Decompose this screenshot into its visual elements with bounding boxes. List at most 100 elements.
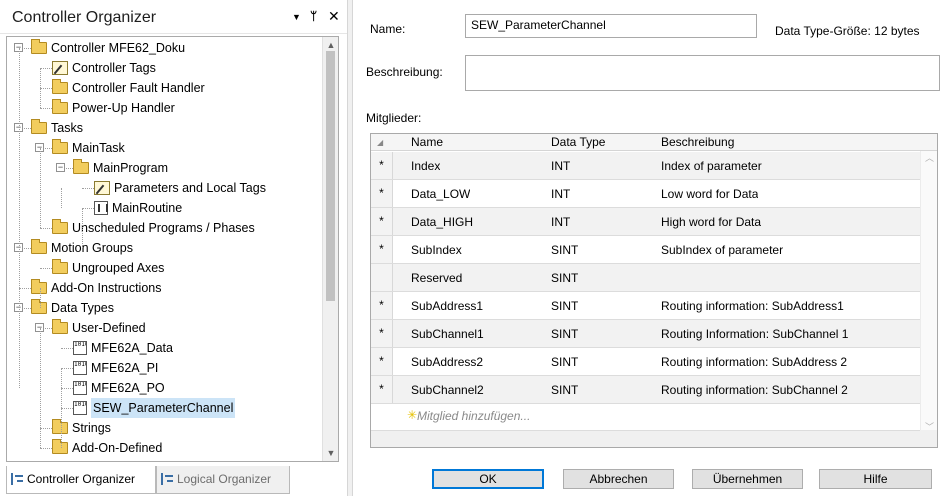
member-description-cell[interactable]: Index of parameter — [661, 152, 762, 180]
tree-connector — [40, 328, 41, 448]
row-marker[interactable]: * — [371, 208, 393, 235]
member-description-cell[interactable]: Routing Information: SubChannel 1 — [661, 320, 848, 348]
table-row[interactable]: * SubIndex SINT SubIndex of parameter — [371, 236, 937, 264]
scroll-down-icon[interactable]: ▼ — [323, 445, 338, 461]
member-name-cell[interactable]: Data_LOW — [411, 180, 470, 208]
tree-item[interactable]: Power-Up Handler — [52, 98, 175, 118]
tree-connector — [61, 408, 73, 409]
row-marker[interactable] — [371, 264, 393, 291]
select-all-corner[interactable]: ◢ — [377, 134, 383, 151]
tab-controller-organizer[interactable]: Controller Organizer — [6, 466, 156, 494]
grid-vertical-scrollbar[interactable]: ︿ ﹀ — [920, 151, 937, 432]
row-marker[interactable]: * — [371, 376, 393, 403]
tree-item-label: Power-Up Handler — [72, 101, 175, 115]
tree-item[interactable]: Controller MFE62_Doku — [31, 38, 185, 58]
table-row[interactable]: * Data_LOW INT Low word for Data — [371, 180, 937, 208]
table-row[interactable]: * SubChannel2 SINT Routing information: Sub… — [371, 376, 937, 404]
tree-item[interactable]: Controller Tags — [52, 58, 156, 78]
row-marker[interactable]: * — [371, 320, 393, 347]
pin-icon[interactable]: ᛘ — [310, 9, 317, 23]
member-type-cell[interactable]: SINT — [551, 348, 578, 376]
member-type-cell[interactable]: SINT — [551, 292, 578, 320]
table-row[interactable]: * SubChannel1 SINT Routing Information: Sub… — [371, 320, 937, 348]
member-name-cell[interactable]: SubIndex — [411, 236, 462, 264]
tree-item[interactable]: Add-On-Defined — [52, 438, 162, 458]
table-row[interactable]: * Data_HIGH INT High word for Data — [371, 208, 937, 236]
member-type-cell[interactable]: SINT — [551, 320, 578, 348]
member-description-cell[interactable]: Low word for Data — [661, 180, 758, 208]
tree-item[interactable]: 101010 MFE62A_PI — [73, 358, 158, 378]
tree-item[interactable]: Data Types — [31, 298, 114, 318]
tree-item[interactable]: MainProgram — [73, 158, 168, 178]
member-description-cell[interactable]: Routing information: SubAddress1 — [661, 292, 844, 320]
member-description-cell[interactable]: Routing information: SubChannel 2 — [661, 376, 848, 404]
tree-item[interactable]: Add-On Instructions — [31, 278, 161, 298]
description-input[interactable] — [465, 55, 940, 91]
column-header-name[interactable]: Name — [411, 134, 443, 151]
table-row[interactable]: * Index INT Index of parameter — [371, 152, 937, 180]
organizer-tree: Controller MFE62_Doku − Controller Tags Con… — [7, 37, 323, 461]
tree-item-label: Controller MFE62_Doku — [51, 41, 186, 55]
member-type-cell[interactable]: SINT — [551, 376, 578, 404]
tree-item-label: MainTask — [72, 141, 125, 155]
name-input[interactable]: SEW_ParameterChannel — [465, 14, 757, 38]
tree-item[interactable]: 101010 MFE62A_Data — [73, 338, 173, 358]
row-marker[interactable]: * — [371, 152, 393, 179]
table-row[interactable]: * SubAddress2 SINT Routing information: Sub… — [371, 348, 937, 376]
close-pane-button[interactable]: ✕ — [328, 8, 340, 25]
member-name-cell[interactable]: SubAddress1 — [411, 292, 483, 320]
tree-item[interactable]: User-Defined — [52, 318, 146, 338]
table-row[interactable]: Reserved SINT — [371, 264, 937, 292]
add-member-row[interactable]: ✳ Mitglied hinzufügen... — [371, 404, 921, 430]
tree-connector — [61, 368, 62, 448]
grid-scroll-up-icon[interactable]: ︿ — [925, 151, 934, 164]
member-type-cell[interactable]: INT — [551, 152, 570, 180]
row-marker[interactable]: * — [371, 180, 393, 207]
member-name-cell[interactable]: SubAddress2 — [411, 348, 483, 376]
help-button[interactable]: Hilfe — [819, 469, 932, 489]
member-type-cell[interactable]: SINT — [551, 236, 578, 264]
ok-button[interactable]: OK — [432, 469, 544, 489]
row-marker[interactable]: * — [371, 292, 393, 319]
folder-icon — [31, 239, 47, 254]
column-header-description[interactable]: Beschreibung — [661, 134, 734, 151]
tree-item[interactable]: Ungrouped Axes — [52, 258, 164, 278]
row-marker[interactable]: * — [371, 236, 393, 263]
apply-button[interactable]: Übernehmen — [692, 469, 803, 489]
tree-item-label: SEW_ParameterChannel — [91, 398, 236, 418]
member-type-cell[interactable]: SINT — [551, 264, 578, 292]
grid-scroll-corner — [920, 430, 937, 447]
tree-item[interactable]: 101010 SEW_ParameterChannel — [73, 398, 236, 418]
tree-item[interactable]: 101010 MFE62A_PO — [73, 378, 165, 398]
tree-connector — [40, 88, 52, 89]
member-description-cell[interactable]: SubIndex of parameter — [661, 236, 783, 264]
collapse-toggle-icon[interactable]: − — [56, 163, 65, 172]
table-row[interactable]: * SubAddress1 SINT Routing information: Sub… — [371, 292, 937, 320]
tree-item-label: MFE62A_PI — [91, 361, 159, 375]
member-type-cell[interactable]: INT — [551, 180, 570, 208]
cancel-button[interactable]: Abbrechen — [563, 469, 674, 489]
member-name-cell[interactable]: SubChannel2 — [411, 376, 484, 404]
column-header-data-type[interactable]: Data Type — [551, 134, 605, 151]
member-description-cell[interactable]: Routing information: SubAddress 2 — [661, 348, 847, 376]
tree-scrollbar[interactable]: ▲ ▼ — [322, 37, 338, 461]
row-marker[interactable]: * — [371, 348, 393, 375]
tree-item[interactable]: MainTask — [52, 138, 125, 158]
member-description-cell[interactable]: High word for Data — [661, 208, 761, 236]
grid-horizontal-scrollbar[interactable] — [371, 430, 921, 447]
scroll-thumb[interactable] — [326, 51, 335, 301]
pane-dropdown-button[interactable]: ▼ — [292, 12, 301, 22]
member-name-cell[interactable]: Index — [411, 152, 440, 180]
tree-item[interactable]: Parameters and Local Tags — [94, 178, 266, 198]
member-name-cell[interactable]: SubChannel1 — [411, 320, 484, 348]
tab-logical-organizer[interactable]: Logical Organizer — [156, 466, 290, 494]
tree-item[interactable]: MainRoutine — [94, 198, 182, 218]
tree-item[interactable]: Controller Fault Handler — [52, 78, 205, 98]
member-name-cell[interactable]: Data_HIGH — [411, 208, 473, 236]
member-type-cell[interactable]: INT — [551, 208, 570, 236]
tree-item[interactable]: Tasks — [31, 118, 83, 138]
folder-icon — [52, 259, 68, 274]
member-name-cell[interactable]: Reserved — [411, 264, 462, 292]
tree-item-label: Motion Groups — [51, 241, 133, 255]
organizer-tab-icon — [11, 473, 24, 485]
